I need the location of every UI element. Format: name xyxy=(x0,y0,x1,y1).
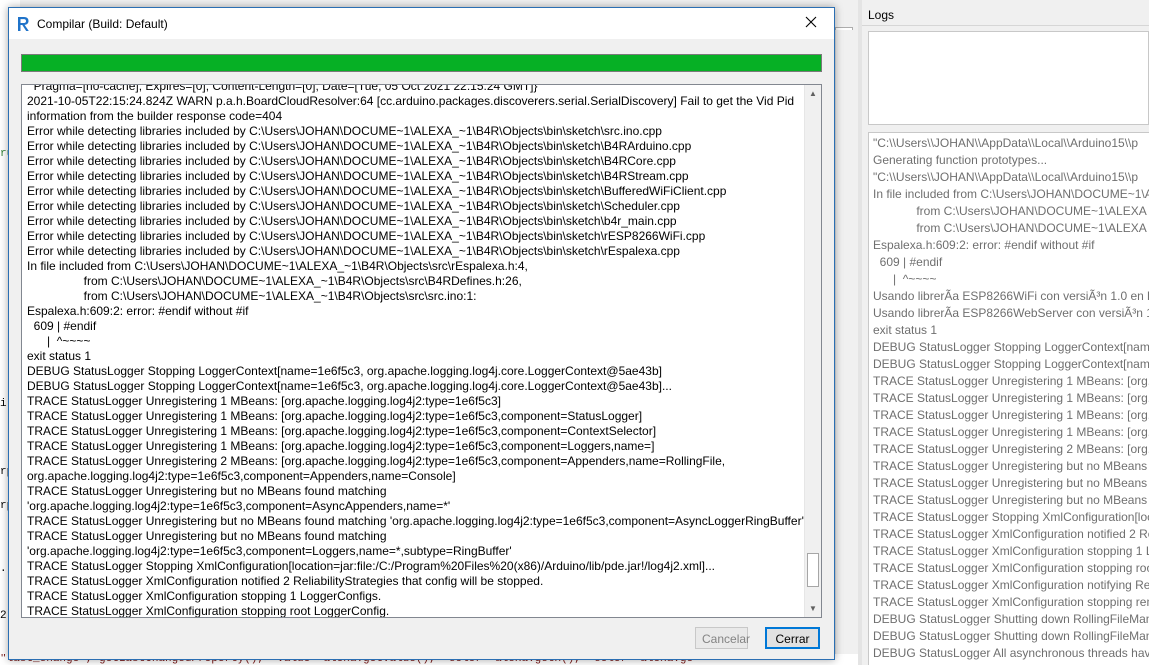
log-line: Error while detecting libraries included… xyxy=(27,154,676,168)
close-button[interactable]: Cerrar xyxy=(765,627,820,649)
log-line: TRACE StatusLogger Stopping XmlConfigura… xyxy=(27,559,716,573)
log-line: TRACE StatusLogger XmlConfiguration noti… xyxy=(27,574,544,588)
logs-output[interactable]: "C:\\Users\\JOHAN\\AppData\\Local\\Ardui… xyxy=(868,132,1149,665)
logs-line: TRACE StatusLogger Unregistering 2 MBean… xyxy=(873,442,1149,456)
cancel-button[interactable]: Cancelar xyxy=(695,627,750,649)
log-line: 2021-10-05T22:15:24.824Z WARN p.a.h.Boar… xyxy=(27,94,795,108)
logs-line: DEBUG StatusLogger Stopping LoggerContex… xyxy=(873,340,1149,354)
log-line: 609 | #endif xyxy=(27,319,97,333)
editor-fragment: i xyxy=(0,398,7,410)
logs-line: DEBUG StatusLogger Shutting down Rolling… xyxy=(873,612,1149,626)
log-line: TRACE StatusLogger Unregistering but no … xyxy=(27,529,387,543)
logs-line: TRACE StatusLogger Unregistering but no … xyxy=(873,459,1149,473)
logs-line: exit status 1 xyxy=(873,323,938,337)
arrow-down-icon: ▼ xyxy=(809,604,817,613)
arrow-up-icon: ▲ xyxy=(809,89,817,98)
log-line: TRACE StatusLogger XmlConfiguration stop… xyxy=(27,604,390,618)
log-line: TRACE StatusLogger Unregistering 1 MBean… xyxy=(27,439,655,453)
logs-line: Usando librerÃ­a ESP8266WebServer con ve… xyxy=(873,306,1149,320)
logs-line: In file included from C:\Users\JOHAN\DOC… xyxy=(873,187,1149,201)
log-line: Error while detecting libraries included… xyxy=(27,244,680,258)
logs-line: TRACE StatusLogger Unregistering 1 MBean… xyxy=(873,408,1149,422)
logs-line: TRACE StatusLogger XmlConfiguration stop… xyxy=(873,561,1149,575)
log-line: In file included from C:\Users\JOHAN\DOC… xyxy=(27,259,528,273)
log-line: Error while detecting libraries included… xyxy=(27,124,662,138)
logs-line: TRACE StatusLogger Unregistering but no … xyxy=(873,493,1149,507)
log-line: Error while detecting libraries included… xyxy=(27,184,727,198)
logs-line: DEBUG StatusLogger Shutting down Rolling… xyxy=(873,629,1149,643)
log-line: TRACE StatusLogger Unregistering 1 MBean… xyxy=(27,424,657,438)
panel-splitter[interactable] xyxy=(858,0,862,665)
logs-lines: "C:\\Users\\JOHAN\\AppData\\Local\\Ardui… xyxy=(873,135,1149,665)
log-line: DEBUG StatusLogger Stopping LoggerContex… xyxy=(27,364,662,378)
editor-scrollbar[interactable] xyxy=(835,30,853,654)
compile-progress-bar xyxy=(21,54,822,72)
logs-line: TRACE StatusLogger Unregistering 1 MBean… xyxy=(873,425,1149,439)
log-line: information from the builder response co… xyxy=(27,109,283,123)
logs-line: TRACE StatusLogger Unregistering 1 MBean… xyxy=(873,374,1149,388)
log-line: DEBUG StatusLogger Stopping LoggerContex… xyxy=(27,379,672,393)
dialog-titlebar[interactable]: Compilar (Build: Default) xyxy=(9,8,834,39)
logs-line: | ^~~~~ xyxy=(873,272,937,286)
dialog-title: Compilar (Build: Default) xyxy=(37,16,168,31)
logs-line: TRACE StatusLogger XmlConfiguration noti… xyxy=(873,527,1149,541)
close-window-button[interactable] xyxy=(788,8,834,39)
logs-line: Espalexa.h:609:2: error: #endif without … xyxy=(873,238,1095,252)
log-line: from C:\Users\JOHAN\DOCUME~1\ALEXA_~1\B4… xyxy=(27,274,522,288)
log-line: | ^~~~~ xyxy=(27,334,91,348)
log-line: 'org.apache.logging.log4j2:type=1e6f5c3,… xyxy=(27,499,451,513)
logs-line: Usando librerÃ­a ESP8266WiFi con versiÃ³… xyxy=(873,289,1149,303)
logs-line: from C:\Users\JOHAN\DOCUME~1\ALEXA xyxy=(873,204,1147,218)
log-lines: Pragma=[no-cache], Expires=[0], Content-… xyxy=(27,84,805,618)
b4r-logo-icon xyxy=(15,16,31,32)
log-line: from C:\Users\JOHAN\DOCUME~1\ALEXA_~1\B4… xyxy=(27,289,477,303)
logs-line: TRACE StatusLogger Stopping XmlConfigura… xyxy=(873,510,1149,524)
progress-fill xyxy=(22,55,821,71)
logs-line: TRACE StatusLogger Unregistering but no … xyxy=(873,476,1149,490)
logs-line: Generating function prototypes... xyxy=(873,153,1048,167)
log-scrollbar[interactable]: ▲ ▼ xyxy=(804,85,821,617)
log-line: Espalexa.h:609:2: error: #endif without … xyxy=(27,304,249,318)
log-line: Error while detecting libraries included… xyxy=(27,139,692,153)
scrollbar-thumb[interactable] xyxy=(807,553,819,587)
logs-line: "C:\\Users\\JOHAN\\AppData\\Local\\Ardui… xyxy=(873,136,1139,150)
logs-line: TRACE StatusLogger XmlConfiguration noti… xyxy=(873,578,1149,592)
log-line: Error while detecting libraries included… xyxy=(27,229,706,243)
log-line: TRACE StatusLogger Unregistering but no … xyxy=(27,484,387,498)
log-line: Error while detecting libraries included… xyxy=(27,169,689,183)
close-icon xyxy=(805,16,817,31)
logs-line: TRACE StatusLogger XmlConfiguration stop… xyxy=(873,595,1149,609)
logs-line: 609 | #endif xyxy=(873,255,943,269)
log-line: Error while detecting libraries included… xyxy=(27,214,677,228)
log-line: exit status 1 xyxy=(27,349,92,363)
logs-line: "C:\\Users\\JOHAN\\AppData\\Local\\Ardui… xyxy=(873,170,1139,184)
scroll-up-button[interactable]: ▲ xyxy=(805,85,821,102)
log-line: org.apache.logging.log4j2:type=1e6f5c3,c… xyxy=(27,469,456,483)
logs-line: DEBUG StatusLogger All asynchronous thre… xyxy=(873,646,1149,660)
logs-line: DEBUG StatusLogger Stopping LoggerContex… xyxy=(873,357,1149,371)
log-line: TRACE StatusLogger Unregistering 1 MBean… xyxy=(27,394,501,408)
log-line: TRACE StatusLogger XmlConfiguration stop… xyxy=(27,589,382,603)
logs-tab[interactable]: Logs xyxy=(862,4,1149,26)
logs-line: TRACE StatusLogger Unregistering 1 MBean… xyxy=(873,391,1149,405)
logs-line: TRACE StatusLogger XmlConfiguration stop… xyxy=(873,544,1149,558)
logs-filter-panel xyxy=(868,31,1149,125)
compile-dialog: Compilar (Build: Default) Pragma=[no-cac… xyxy=(8,7,835,660)
scroll-down-button[interactable]: ▼ xyxy=(805,600,821,617)
compile-log-output[interactable]: Pragma=[no-cache], Expires=[0], Content-… xyxy=(21,84,822,618)
log-line: 'org.apache.logging.log4j2:type=1e6f5c3,… xyxy=(27,544,512,558)
logs-line: from C:\Users\JOHAN\DOCUME~1\ALEXA xyxy=(873,221,1147,235)
log-line: TRACE StatusLogger Unregistering but no … xyxy=(27,514,804,528)
log-line: TRACE StatusLogger Unregistering 1 MBean… xyxy=(27,409,643,423)
log-line: Pragma=[no-cache], Expires=[0], Content-… xyxy=(27,84,538,93)
log-line: Error while detecting libraries included… xyxy=(27,199,680,213)
log-line: TRACE StatusLogger Unregistering 2 MBean… xyxy=(27,454,726,468)
